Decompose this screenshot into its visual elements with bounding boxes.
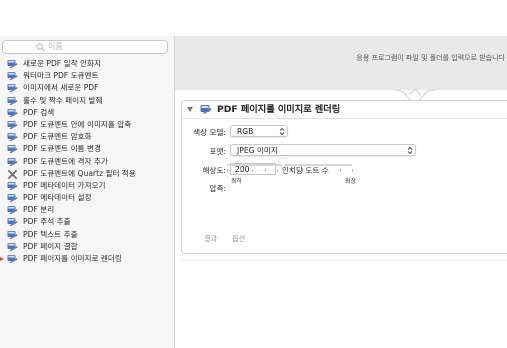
action-list-item[interactable]: PDF 메타데이터 설정	[0, 192, 174, 204]
slider-tick	[302, 169, 303, 172]
action-list-item[interactable]: PDF 도큐멘트에 Quartz 필터 적용	[0, 168, 174, 180]
automator-action-icon	[200, 105, 212, 114]
automator-action-icon	[7, 181, 18, 191]
search-placeholder: 이름	[48, 42, 63, 51]
action-list-item[interactable]: 홀수 및 짝수 페이지 발췌	[0, 95, 174, 107]
action-list-item-label: PDF 텍스트 추출	[23, 229, 78, 239]
divider	[181, 260, 507, 261]
action-list-item[interactable]: PDF 메타데이터 가져오기	[0, 180, 174, 192]
slider-tick	[227, 169, 228, 172]
workflow-area: 응용 프로그램이 파일 및 폴더를 입력으로 받습니다 PDF 페이지를 이미지…	[175, 36, 507, 348]
automator-action-icon	[7, 230, 18, 239]
automator-action-icon	[7, 242, 18, 252]
automator-action-icon	[7, 120, 18, 130]
slider-tick	[327, 169, 328, 172]
automator-action-icon	[7, 60, 18, 69]
disclosure-triangle-icon[interactable]	[187, 107, 193, 112]
action-list-item-label: PDF 도큐멘트에 Quartz 필터 적용	[23, 168, 136, 178]
format-value: JPEG 이미지	[237, 146, 278, 155]
resolution-unit: 인치당 도트 수	[282, 166, 329, 175]
action-list-item[interactable]: PDF 텍스트 추출	[0, 229, 174, 241]
action-list-item-label: 워터마크 PDF 도큐멘트	[23, 71, 99, 81]
automator-action-icon	[7, 145, 18, 154]
action-list-item[interactable]: PDF 도큐멘트 안에 이미지를 압축	[0, 119, 174, 131]
automator-action-icon	[7, 206, 18, 215]
slider-tick	[252, 169, 253, 172]
action-library-sidebar: 이름 새로운 PDF 일착 인화지워터마크 PDF 도큐멘트이미지에서 새로운 …	[0, 36, 174, 348]
action-list-item[interactable]: PDF 페이지를 이미지로 렌더링	[0, 253, 174, 265]
color-model-value: RGB	[237, 127, 254, 136]
workflow-input-area: 응용 프로그램이 파일 및 폴더를 입력으로 받습니다	[175, 36, 507, 90]
action-list: 새로운 PDF 일착 인화지워터마크 PDF 도큐멘트이미지에서 새로운 PDF…	[0, 58, 174, 265]
slider-tick	[340, 169, 341, 172]
automator-action-icon	[7, 96, 18, 105]
action-list-item-label: PDF 도큐멘트 이름 변경	[23, 144, 101, 154]
action-list-item-label: PDF 메타데이터 가져오기	[23, 180, 106, 190]
action-list-item[interactable]: 워터마크 PDF 도큐멘트	[0, 70, 174, 82]
workflow-input-hint: 응용 프로그램이 파일 및 폴더를 입력으로 받습니다	[356, 54, 505, 62]
format-label: 포맷:	[209, 147, 226, 156]
action-list-item-label: 이미지에서 새로운 PDF	[23, 83, 99, 93]
slider-track	[227, 164, 352, 166]
action-panel-header: PDF 페이지를 이미지로 렌더링	[182, 101, 507, 118]
automator-window: 이름 새로운 PDF 일착 인화지워터마크 PDF 도큐멘트이미지에서 새로운 …	[0, 0, 507, 348]
automator-action-icon	[7, 84, 18, 93]
action-list-item[interactable]: PDF 도큐멘트 이름 변경	[0, 143, 174, 155]
slider-tick	[240, 169, 241, 172]
action-list-item[interactable]: PDF 검색	[0, 107, 174, 119]
action-list-item-label: 새로운 PDF 일착 인화지	[23, 59, 101, 68]
automator-action-icon	[7, 255, 18, 264]
divider	[182, 118, 507, 119]
compression-max-label: 최상	[345, 178, 357, 185]
action-list-item[interactable]: PDF 분리	[0, 204, 174, 216]
action-list-item-label: PDF 검색	[23, 107, 55, 117]
slider-tick	[277, 169, 278, 172]
action-panel: PDF 페이지를 이미지로 렌더링 색상 모델: RGB 포맷: JPEG 이미…	[181, 100, 507, 254]
options-button[interactable]: 옵션	[232, 234, 245, 244]
color-model-popup[interactable]: RGB	[230, 125, 288, 137]
action-list-item-label: PDF 페이지를 이미지로 렌더링	[23, 254, 122, 263]
action-list-item-label: PDF 도큐멘트 안에 이미지를 압축	[23, 119, 132, 129]
automator-action-icon	[7, 108, 18, 118]
automator-action-icon	[7, 157, 18, 166]
resolution-label: 해상도:	[202, 166, 226, 175]
search-icon	[36, 43, 45, 52]
action-list-item[interactable]: 새로운 PDF 일착 인화지	[0, 58, 174, 70]
action-list-item-label: PDF 주석 추출	[23, 217, 71, 227]
color-model-label: 색상 모델:	[193, 128, 226, 137]
compression-min-label: 최하	[231, 178, 243, 185]
action-list-item-label: PDF 도큐멘트 암호화	[23, 132, 92, 142]
action-list-item-label: PDF 페이지 결합	[23, 241, 78, 251]
chevron-updown-icon	[407, 146, 413, 155]
action-list-item[interactable]: PDF 도큐멘트에 격자 추가	[0, 156, 174, 168]
action-list-item-label: PDF 메타데이터 설정	[23, 193, 92, 203]
toolbar	[0, 0, 507, 36]
quartz-tools-icon	[8, 169, 17, 179]
selection-marker	[0, 257, 4, 261]
slider-tick	[315, 169, 316, 172]
action-list-item-label: PDF 도큐멘트에 격자 추가	[23, 156, 108, 166]
action-panel-title: PDF 페이지를 이미지로 렌더링	[217, 104, 341, 115]
chevron-updown-icon	[279, 127, 285, 136]
format-popup[interactable]: JPEG 이미지	[230, 144, 416, 156]
automator-action-icon	[7, 72, 18, 81]
compression-label: 압축:	[209, 184, 226, 193]
action-list-item[interactable]: 이미지에서 새로운 PDF	[0, 82, 174, 94]
action-list-item[interactable]: PDF 주석 추출	[0, 216, 174, 228]
search-field[interactable]: 이름	[2, 40, 168, 54]
slider-tick	[265, 169, 266, 172]
slider-tick	[352, 169, 353, 172]
results-button[interactable]: 결과	[204, 234, 217, 244]
automator-action-icon	[7, 218, 18, 227]
automator-action-icon	[7, 133, 18, 142]
action-list-item[interactable]: PDF 도큐멘트 암호화	[0, 131, 174, 143]
automator-action-icon	[7, 194, 18, 203]
slider-tick	[290, 169, 291, 172]
slider-knob[interactable]	[278, 159, 289, 168]
action-list-item-label: 홀수 및 짝수 페이지 발췌	[23, 95, 103, 105]
action-list-item[interactable]: PDF 페이지 결합	[0, 241, 174, 253]
action-list-item-label: PDF 분리	[23, 205, 55, 215]
